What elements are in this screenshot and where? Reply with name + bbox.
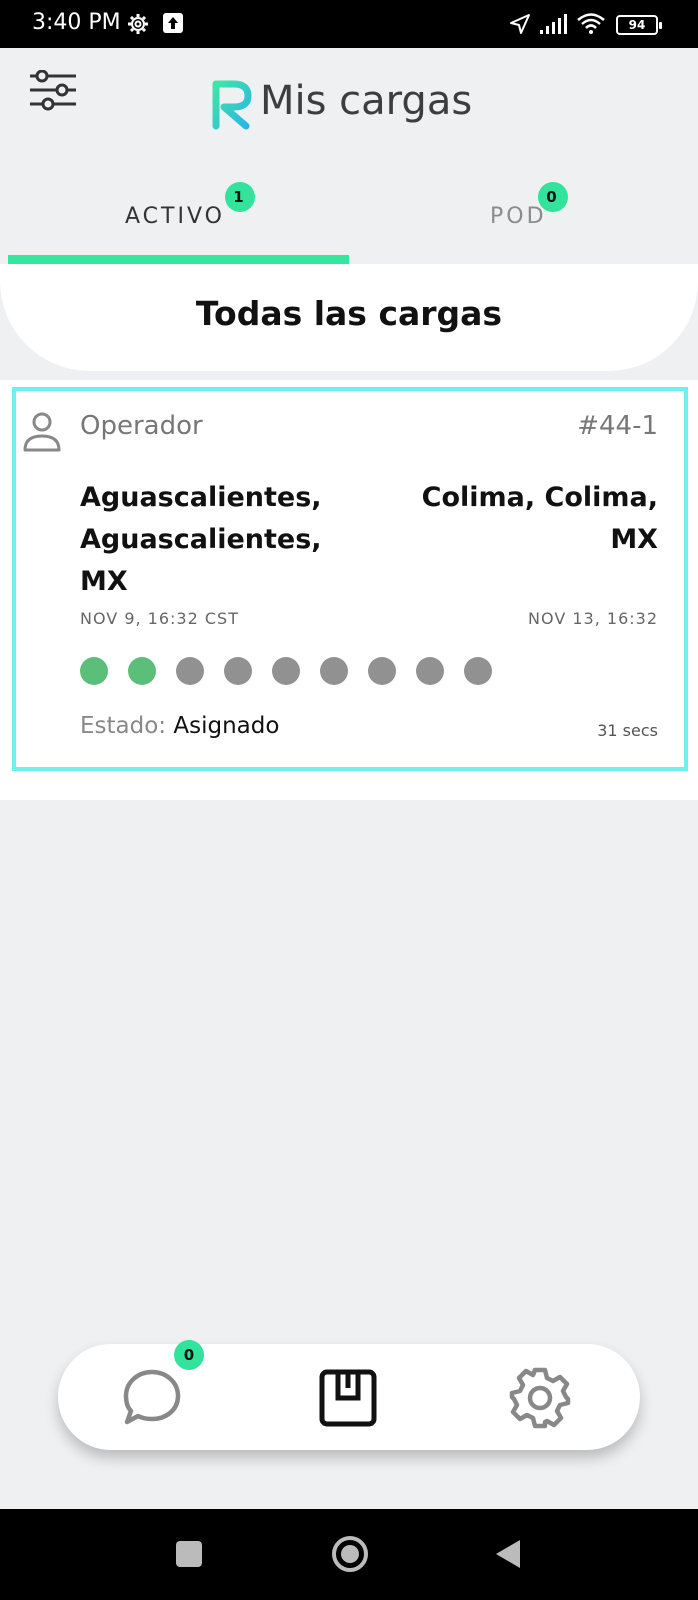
status-time: 3:40 PM (32, 10, 121, 35)
progress-step-pending (176, 657, 204, 685)
tab-activo[interactable]: ACTIVO 1 (125, 182, 255, 229)
progress-step-pending (272, 657, 300, 685)
filter-sliders-icon[interactable] (28, 70, 78, 112)
signal-icon (540, 14, 567, 34)
progress-step-pending (416, 657, 444, 685)
destination-date: NOV 13, 16:32 (528, 609, 658, 628)
back-icon[interactable] (492, 1537, 526, 1571)
state-value: Asignado (173, 713, 280, 739)
load-id: #44-1 (577, 411, 658, 441)
origin-date: NOV 9, 16:32 CST (80, 609, 239, 628)
home-icon[interactable] (330, 1534, 370, 1574)
tab-activo-count-badge: 1 (225, 182, 255, 212)
wifi-icon (577, 13, 605, 34)
tab-activo-label: ACTIVO (125, 204, 225, 229)
location-arrow-icon (510, 14, 530, 34)
gear-icon (128, 14, 148, 34)
load-role: Operador (80, 411, 203, 441)
battery-indicator: 94 (616, 15, 662, 35)
progress-step-pending (464, 657, 492, 685)
state-label: Estado: (80, 713, 167, 739)
android-nav-bar (0, 1509, 698, 1600)
progress-step-pending (320, 657, 348, 685)
app-logo (210, 80, 252, 130)
load-state: Estado: Asignado (80, 713, 279, 739)
progress-step-completed (128, 657, 156, 685)
all-loads-title: Todas las cargas (195, 294, 503, 333)
progress-step-pending (368, 657, 396, 685)
load-origin: Aguascalientes, Aguascalientes, MX (80, 482, 322, 597)
upload-icon (163, 13, 183, 33)
progress-steps (80, 657, 492, 685)
bottom-nav: 0 (58, 1340, 640, 1450)
tab-pod-label: POD (490, 204, 547, 229)
tab-pod-count-badge: 0 (538, 182, 568, 212)
settings-gear-icon[interactable] (508, 1366, 572, 1430)
elapsed-time: 31 secs (597, 721, 658, 740)
chat-bubble-icon[interactable] (120, 1366, 184, 1430)
all-loads-header[interactable]: Todas las cargas (0, 264, 698, 371)
loads-box-icon[interactable] (316, 1366, 380, 1430)
person-icon (23, 412, 61, 452)
progress-step-completed (80, 657, 108, 685)
load-destination: Colima, Colima, MX (421, 482, 658, 555)
page-title: Mis cargas (260, 78, 473, 124)
status-bar: 3:40 PM 94 (0, 0, 698, 48)
progress-step-pending (224, 657, 252, 685)
active-tab-indicator (8, 255, 349, 264)
load-card[interactable]: Operador #44-1 Aguascalientes, Aguascali… (12, 387, 688, 771)
tab-pod[interactable]: POD 0 (490, 182, 568, 229)
recent-apps-icon[interactable] (172, 1537, 206, 1571)
chat-count-badge: 0 (174, 1340, 204, 1370)
